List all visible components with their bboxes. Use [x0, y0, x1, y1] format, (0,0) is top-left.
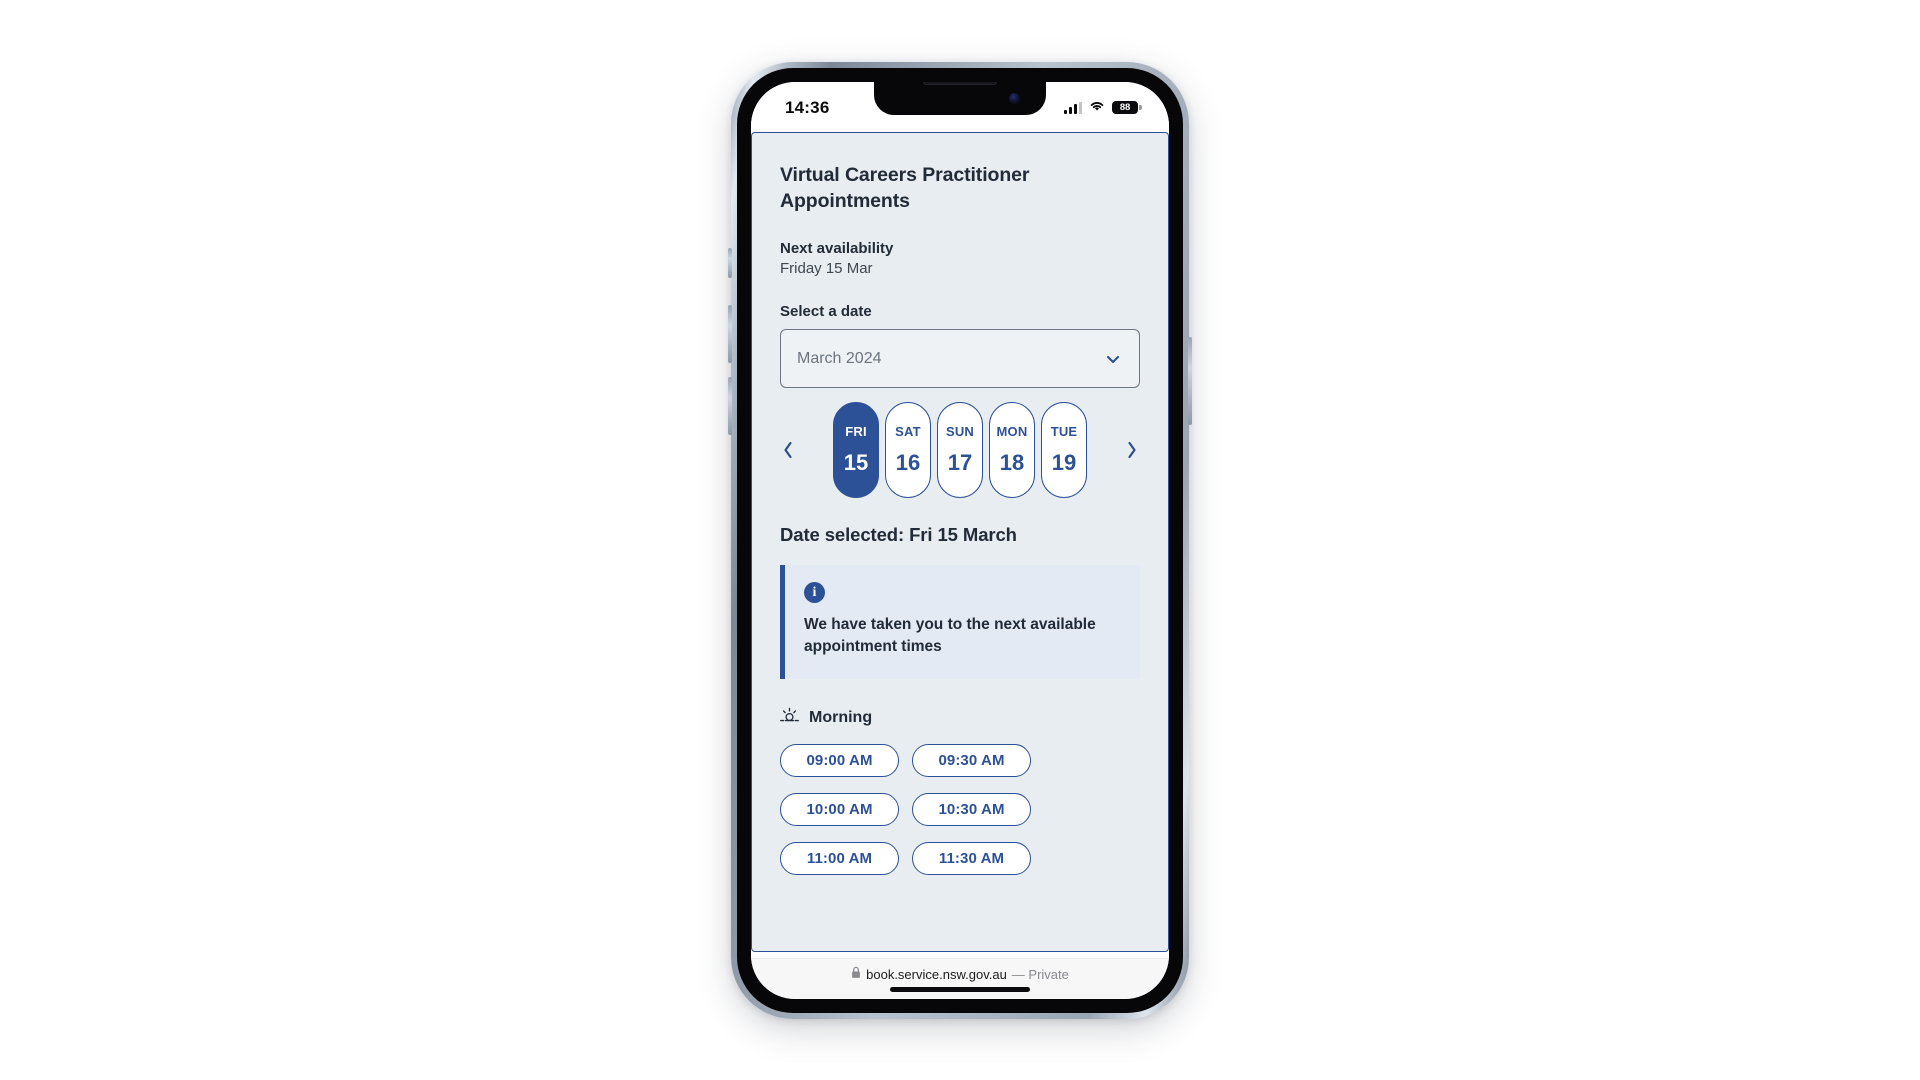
- front-camera-icon: [1009, 93, 1020, 104]
- phone-notch: [874, 82, 1046, 115]
- select-a-date-label: Select a date: [780, 303, 872, 321]
- booking-card: Virtual Careers Practitioner Appointment…: [751, 132, 1169, 952]
- next-availability-label: Next availability: [780, 240, 894, 258]
- time-slot-button[interactable]: 09:30 AM: [912, 744, 1031, 778]
- status-bar-icons: 88: [1064, 99, 1142, 117]
- phone-mute-switch[interactable]: [728, 248, 732, 278]
- home-indicator[interactable]: [890, 987, 1030, 992]
- info-circle-icon: i: [804, 582, 825, 604]
- date-chip-dom: 17: [947, 450, 973, 476]
- url-bar[interactable]: book.service.nsw.gov.au — Private: [851, 966, 1069, 982]
- battery-icon: 88: [1112, 101, 1142, 114]
- status-bar-clock: 14:36: [785, 97, 830, 117]
- sunrise-icon: [780, 707, 799, 728]
- phone-volume-down-button[interactable]: [728, 377, 732, 435]
- phone-screen: 14:36 88 Virtual Careers Practitioner Ap…: [751, 82, 1169, 999]
- cellular-signal-icon: [1064, 101, 1082, 114]
- url-text: book.service.nsw.gov.au: [866, 966, 1007, 982]
- date-chip[interactable]: TUE 19: [1041, 402, 1087, 499]
- date-chip[interactable]: MON 18: [989, 402, 1035, 499]
- date-chip-dow: FRI: [845, 424, 867, 440]
- date-chip-dow: MON: [996, 424, 1028, 440]
- time-slot-button[interactable]: 11:30 AM: [912, 842, 1031, 876]
- month-select-value: March 2024: [797, 349, 882, 367]
- date-strip: FRI 15 SAT 16 SUN 17 MON 18 TUE 19: [780, 402, 1140, 499]
- date-chip[interactable]: FRI 15: [833, 402, 879, 499]
- time-slot-row: 09:00 AM 09:30 AM: [780, 744, 1140, 778]
- date-chip-dow: TUE: [1050, 424, 1078, 440]
- web-page-viewport: Virtual Careers Practitioner Appointment…: [751, 130, 1169, 958]
- info-callout-text: We have taken you to the next available …: [804, 616, 1096, 656]
- screenshot-root: 14:36 88 Virtual Careers Practitioner Ap…: [0, 0, 1920, 1080]
- chevron-down-icon: [1105, 351, 1121, 367]
- earpiece-speaker-icon: [923, 82, 997, 85]
- phone-bezel: 14:36 88 Virtual Careers Practitioner Ap…: [737, 68, 1183, 1013]
- time-slot-button[interactable]: 09:00 AM: [780, 744, 899, 778]
- date-chip[interactable]: SAT 16: [885, 402, 931, 499]
- time-slot-button[interactable]: 10:30 AM: [912, 793, 1031, 827]
- time-slot-row: 11:00 AM 11:30 AM: [780, 842, 1140, 876]
- page-title: Virtual Careers Practitioner Appointment…: [780, 164, 1030, 212]
- morning-label: Morning: [809, 708, 873, 726]
- chevron-left-icon[interactable]: [780, 435, 796, 465]
- time-slot-row: 10:00 AM 10:30 AM: [780, 793, 1140, 827]
- wifi-icon: [1089, 99, 1105, 117]
- date-chip-dom: 18: [999, 450, 1025, 476]
- month-select-dropdown[interactable]: March 2024: [780, 329, 1140, 389]
- phone-volume-up-button[interactable]: [728, 305, 732, 363]
- time-slot-button[interactable]: 11:00 AM: [780, 842, 899, 876]
- date-chip[interactable]: SUN 17: [937, 402, 983, 499]
- date-chip-dom: 16: [895, 450, 921, 476]
- date-chip-dow: SAT: [895, 424, 921, 440]
- chevron-right-icon[interactable]: [1124, 435, 1140, 465]
- next-availability-value: Friday 15 Mar: [780, 260, 873, 278]
- info-callout: i We have taken you to the next availabl…: [780, 565, 1140, 680]
- lock-icon: [851, 966, 861, 982]
- date-chip-dow: SUN: [945, 424, 975, 440]
- date-chip-dom: 19: [1051, 450, 1077, 476]
- battery-percent-label: 88: [1119, 102, 1131, 113]
- browser-bottom-bar: book.service.nsw.gov.au — Private: [751, 958, 1169, 999]
- date-selected-heading: Date selected: Fri 15 March: [780, 524, 1017, 546]
- phone-device-frame: 14:36 88 Virtual Careers Practitioner Ap…: [728, 62, 1192, 1019]
- phone-power-button[interactable]: [1188, 337, 1192, 425]
- date-chip-dom: 15: [843, 450, 869, 476]
- morning-section-header: Morning: [780, 707, 1140, 728]
- private-browsing-label: — Private: [1011, 966, 1069, 982]
- time-slot-button[interactable]: 10:00 AM: [780, 793, 899, 827]
- date-chip-list: FRI 15 SAT 16 SUN 17 MON 18 TUE 19: [833, 402, 1087, 499]
